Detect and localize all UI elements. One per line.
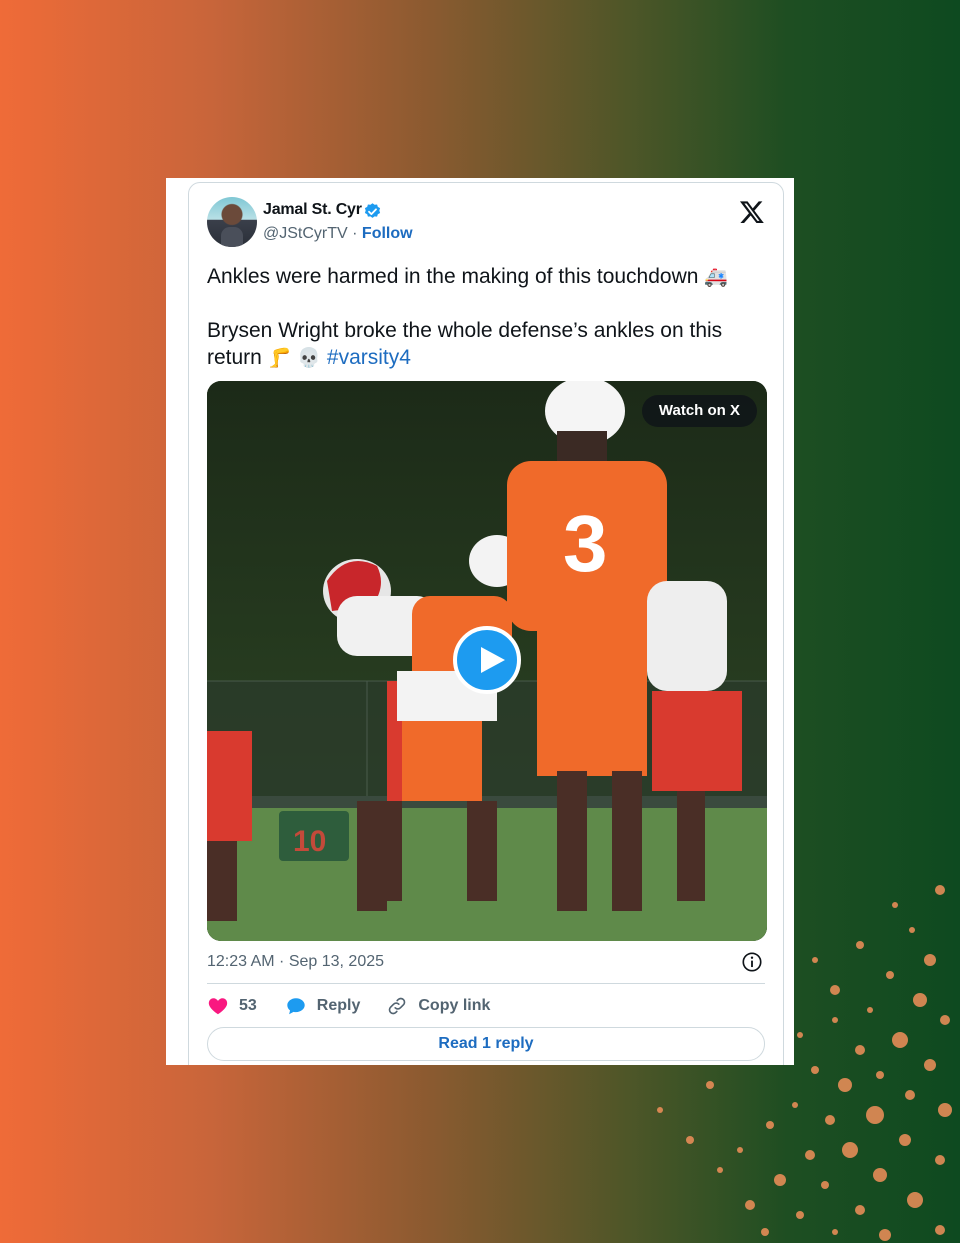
- watch-on-x-badge[interactable]: Watch on X: [641, 395, 757, 427]
- likes-count: 53: [239, 997, 257, 1014]
- author-handle-row: @JStCyrTV · Follow: [263, 225, 413, 243]
- embed-viewport: Jamal St. Cyr @JStCyrTV · Follow Ankles …: [166, 178, 794, 1065]
- divider: [207, 983, 765, 984]
- x-logo-icon[interactable]: [739, 199, 765, 225]
- reply-button[interactable]: Reply: [285, 995, 361, 1017]
- tweet-line-1-text: Ankles were harmed in the making of this…: [207, 265, 699, 288]
- reply-label: Reply: [316, 997, 361, 1014]
- tweet-card[interactable]: Jamal St. Cyr @JStCyrTV · Follow Ankles …: [188, 182, 784, 1065]
- like-button[interactable]: 53: [207, 995, 257, 1017]
- author-name[interactable]: Jamal St. Cyr: [263, 201, 362, 219]
- follow-link[interactable]: Follow: [362, 225, 413, 242]
- tweet-text: Ankles were harmed in the making of this…: [207, 263, 757, 372]
- tweet-line-1: Ankles were harmed in the making of this…: [207, 263, 757, 291]
- ambulance-emoji: 🚑: [704, 266, 728, 288]
- svg-text:10: 10: [293, 825, 326, 858]
- copy-link-button[interactable]: Copy link: [386, 995, 490, 1017]
- video-media[interactable]: 10 3 Watch on X: [207, 381, 767, 941]
- reply-icon: [287, 998, 305, 1015]
- heart-icon: [208, 998, 228, 1015]
- info-icon[interactable]: [741, 951, 763, 973]
- verified-icon: [364, 203, 381, 218]
- avatar[interactable]: [207, 197, 257, 247]
- jersey-number: 3: [563, 499, 608, 588]
- read-replies-button[interactable]: Read 1 reply: [207, 1027, 765, 1061]
- link-icon: [389, 997, 406, 1015]
- tweet-line-2: Brysen Wright broke the whole defense’s …: [207, 317, 757, 372]
- author-handle[interactable]: @JStCyrTV: [263, 225, 348, 242]
- tweet-timestamp[interactable]: 12:23 AM · Sep 13, 2025: [207, 953, 384, 971]
- play-icon[interactable]: [453, 626, 521, 694]
- handle-separator: ·: [352, 225, 358, 242]
- leg-skull-emojis: 🦵 💀: [267, 347, 322, 369]
- hashtag-link[interactable]: #varsity4: [327, 346, 411, 369]
- action-bar: 53 Reply Copy link: [207, 993, 516, 1019]
- copy-link-label: Copy link: [418, 997, 491, 1014]
